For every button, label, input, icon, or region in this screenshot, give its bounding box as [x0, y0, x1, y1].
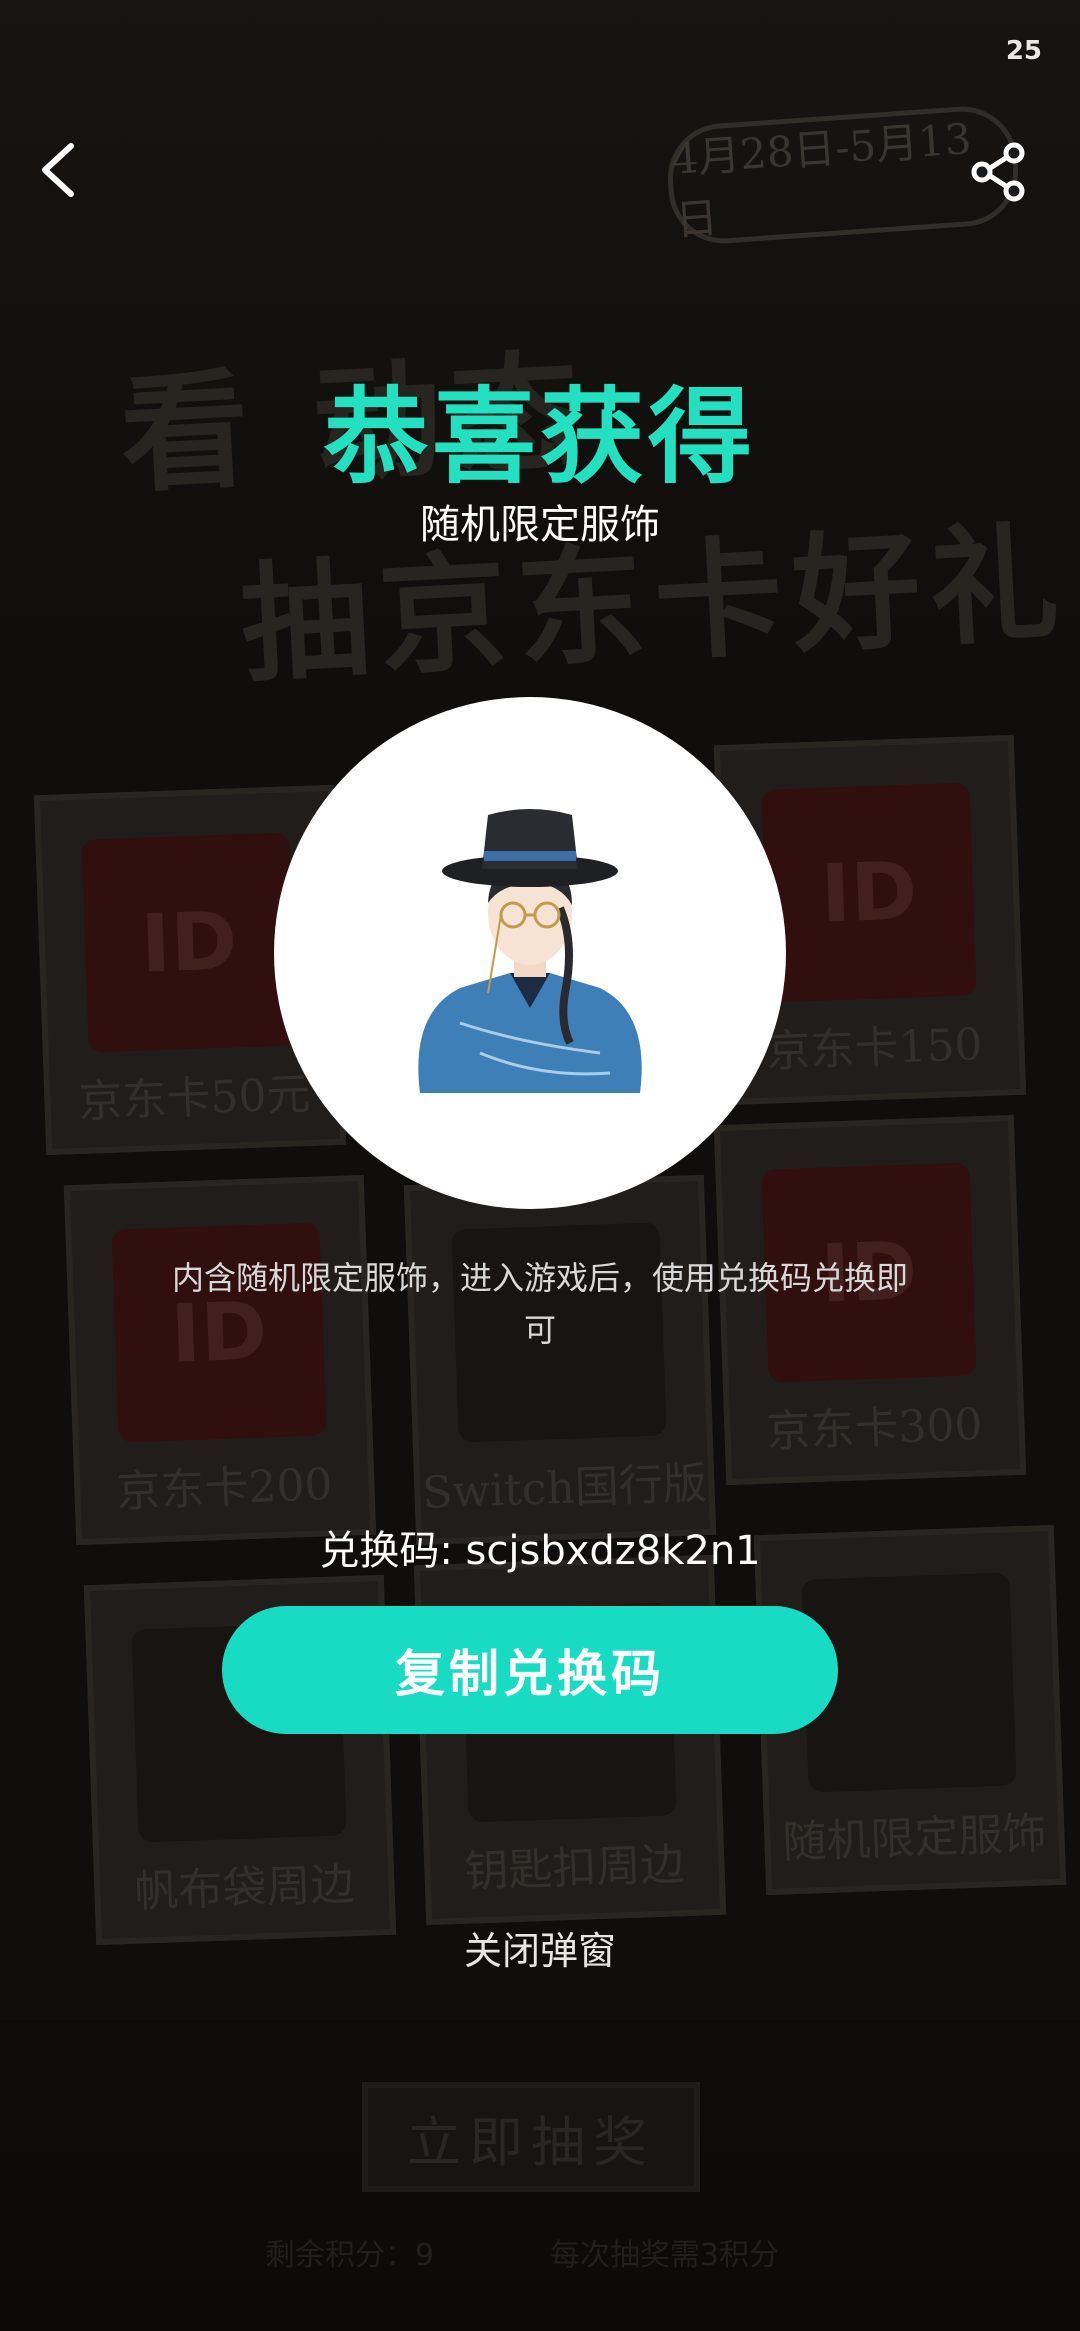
dialog-title: 恭喜获得	[323, 376, 756, 498]
prize-description: 内含随机限定服饰，进入游戏后，使用兑换码兑换即可	[171, 1259, 908, 1349]
prize-image	[274, 697, 786, 1209]
share-icon	[971, 142, 1025, 202]
redeem-code: 兑换码: scjsbxdz8k2n1	[319, 1528, 761, 1574]
prize-name: 随机限定服饰	[420, 502, 660, 548]
character-avatar-icon	[418, 809, 642, 1093]
share-button[interactable]	[958, 132, 1038, 212]
back-button[interactable]	[18, 130, 98, 210]
copy-code-button[interactable]: 复制兑换码	[222, 1606, 838, 1734]
close-dialog-link[interactable]: 关闭弹窗	[0, 1920, 1080, 1975]
chevron-left-icon	[42, 143, 74, 197]
status-bar-time: 25	[1005, 36, 1042, 66]
